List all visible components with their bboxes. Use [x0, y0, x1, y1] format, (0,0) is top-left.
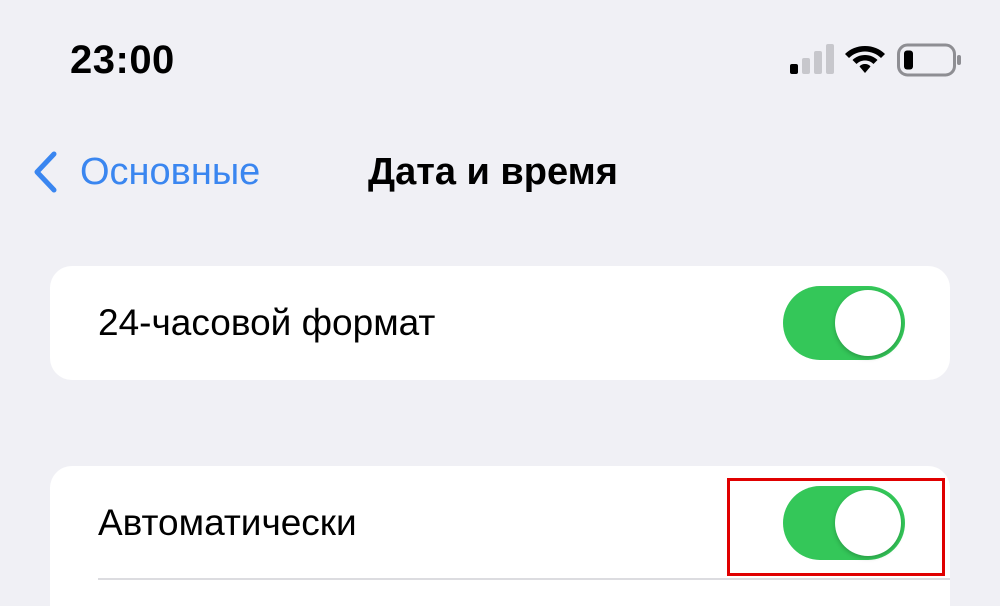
- toggle-24-hour-format[interactable]: [783, 286, 905, 360]
- back-button[interactable]: Основные: [30, 144, 260, 200]
- setting-label-automatic: Автоматически: [98, 502, 357, 543]
- page-title: Дата и время: [368, 151, 618, 193]
- navigation-bar: Основные Дата и время: [0, 120, 1000, 220]
- back-button-label: Основные: [80, 151, 261, 193]
- status-time: 23:00: [70, 38, 175, 82]
- cellular-signal-icon: [790, 44, 834, 74]
- battery-icon: [897, 43, 961, 77]
- highlight-annotation-box: [727, 478, 945, 576]
- row-divider: [98, 578, 950, 580]
- toggle-knob: [835, 290, 901, 356]
- setting-label-24-hour-format: 24-часовой формат: [98, 302, 436, 343]
- status-bar: 23:00: [0, 0, 1000, 110]
- setting-row-24-hour-format: 24-часовой формат: [50, 266, 950, 380]
- settings-group-format: 24-часовой формат: [50, 266, 950, 380]
- chevron-left-icon: [34, 151, 57, 193]
- wifi-icon: [845, 46, 885, 73]
